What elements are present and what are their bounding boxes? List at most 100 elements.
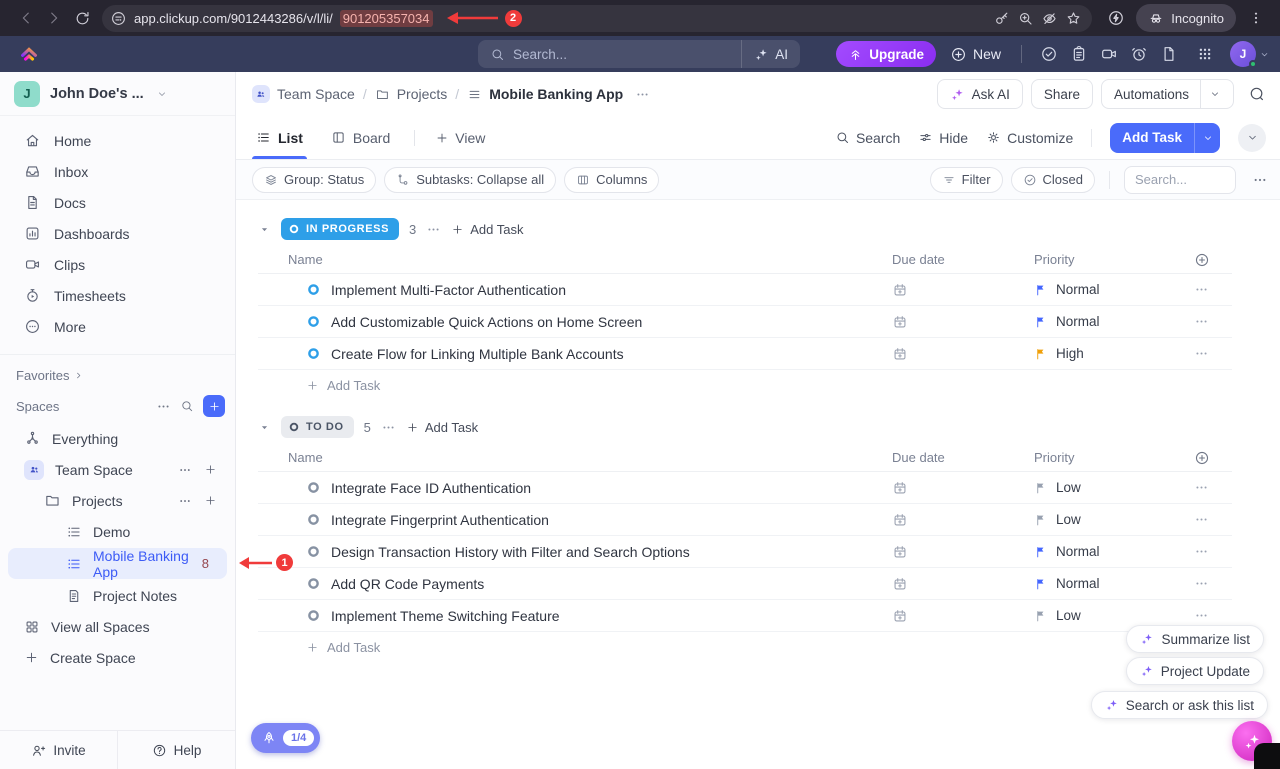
tab-board[interactable]: Board bbox=[327, 116, 394, 159]
breadcrumb-item-team-space[interactable]: Team Space bbox=[252, 85, 355, 103]
add-space-button[interactable] bbox=[203, 395, 225, 417]
global-search[interactable]: Search... AI bbox=[478, 40, 800, 68]
apps-grid-button[interactable] bbox=[1190, 39, 1220, 69]
sidebar-item-timesheets[interactable]: Timesheets bbox=[0, 280, 235, 311]
activity-icon[interactable] bbox=[1248, 85, 1266, 103]
onboarding-progress-pill[interactable]: 1/4 bbox=[251, 723, 320, 753]
status-donut-icon[interactable] bbox=[306, 480, 321, 495]
task-more-icon[interactable] bbox=[1192, 314, 1232, 329]
share-button[interactable]: Share bbox=[1031, 79, 1093, 109]
task-more-icon[interactable] bbox=[1192, 544, 1232, 559]
ai-button[interactable]: AI bbox=[741, 40, 800, 68]
add-task-footer-button[interactable]: Add Task bbox=[258, 370, 1232, 400]
browser-reload-button[interactable] bbox=[68, 4, 96, 32]
task-row[interactable]: Create Flow for Linking Multiple Bank Ac… bbox=[258, 338, 1232, 370]
sidebar-item-more[interactable]: More bbox=[0, 311, 235, 342]
site-info-icon[interactable] bbox=[110, 10, 127, 27]
browser-forward-button[interactable] bbox=[40, 4, 68, 32]
more-icon[interactable] bbox=[178, 463, 192, 477]
workspace-switcher[interactable]: J John Doe's ... bbox=[0, 72, 235, 116]
sidebar-item-docs[interactable]: Docs bbox=[0, 187, 235, 218]
video-button[interactable] bbox=[1094, 39, 1124, 69]
priority-cell[interactable]: Normal bbox=[1034, 576, 1192, 591]
filter-pill-group-status[interactable]: Group: Status bbox=[252, 167, 376, 193]
automations-dropdown[interactable] bbox=[1200, 80, 1221, 108]
task-more-icon[interactable] bbox=[1192, 576, 1232, 591]
ask-ai-button[interactable]: Ask AI bbox=[937, 79, 1023, 109]
group-more-icon[interactable] bbox=[381, 420, 396, 435]
address-bar[interactable]: app.clickup.com/9012443286/v/l/li/ 90120… bbox=[102, 5, 1092, 32]
status-donut-icon[interactable] bbox=[306, 282, 321, 297]
filter-pill-filter[interactable]: Filter bbox=[930, 167, 1003, 193]
priority-cell[interactable]: High bbox=[1034, 346, 1192, 361]
plus-icon[interactable] bbox=[204, 463, 217, 476]
task-row[interactable]: Add Customizable Quick Actions on Home S… bbox=[258, 306, 1232, 338]
filter-more-icon[interactable] bbox=[1252, 172, 1268, 188]
task-row[interactable]: Implement Multi-Factor AuthenticationNor… bbox=[258, 274, 1232, 306]
status-pill[interactable]: TO DO bbox=[281, 416, 354, 438]
due-date-cell[interactable] bbox=[892, 314, 1034, 330]
sidebar-item-dashboards[interactable]: Dashboards bbox=[0, 218, 235, 249]
priority-cell[interactable]: Normal bbox=[1034, 314, 1192, 329]
add-task-dropdown[interactable] bbox=[1194, 123, 1220, 153]
upgrade-button[interactable]: Upgrade bbox=[836, 41, 936, 67]
priority-cell[interactable]: Normal bbox=[1034, 544, 1192, 559]
spaces-search-icon[interactable] bbox=[180, 399, 194, 413]
priority-cell[interactable]: Low bbox=[1034, 512, 1192, 527]
collapse-caret-icon[interactable] bbox=[258, 223, 271, 236]
favorites-section[interactable]: Favorites bbox=[0, 355, 235, 383]
check-circle-button[interactable] bbox=[1034, 39, 1064, 69]
avatar[interactable]: J bbox=[1230, 41, 1256, 67]
due-date-cell[interactable] bbox=[892, 576, 1034, 592]
task-row[interactable]: Integrate Face ID AuthenticationLow bbox=[258, 472, 1232, 504]
task-more-icon[interactable] bbox=[1192, 346, 1232, 361]
browser-menu-button[interactable] bbox=[1242, 4, 1270, 32]
sidebar-item-home[interactable]: Home bbox=[0, 125, 235, 156]
extension-icon[interactable] bbox=[1102, 4, 1130, 32]
collapse-caret-icon[interactable] bbox=[258, 421, 271, 434]
breadcrumb-more-icon[interactable] bbox=[635, 87, 650, 102]
status-pill[interactable]: IN PROGRESS bbox=[281, 218, 399, 240]
collapse-toolbar-button[interactable] bbox=[1238, 124, 1266, 152]
status-donut-icon[interactable] bbox=[306, 576, 321, 591]
due-date-cell[interactable] bbox=[892, 346, 1034, 362]
invite-button[interactable]: Invite bbox=[0, 731, 117, 769]
due-date-cell[interactable] bbox=[892, 282, 1034, 298]
browser-back-button[interactable] bbox=[12, 4, 40, 32]
plus-icon[interactable] bbox=[204, 494, 217, 507]
bookmark-star-icon[interactable] bbox=[1065, 10, 1082, 27]
priority-cell[interactable]: Low bbox=[1034, 480, 1192, 495]
task-more-icon[interactable] bbox=[1192, 608, 1232, 623]
task-row[interactable]: Integrate Fingerprint AuthenticationLow bbox=[258, 504, 1232, 536]
add-view-button[interactable]: View bbox=[435, 130, 485, 146]
priority-cell[interactable]: Normal bbox=[1034, 282, 1192, 297]
group-more-icon[interactable] bbox=[426, 222, 441, 237]
floating-button-project-update[interactable]: Project Update bbox=[1126, 657, 1264, 685]
priority-cell[interactable]: Low bbox=[1034, 608, 1192, 623]
filter-pill-columns[interactable]: Columns bbox=[564, 167, 659, 193]
due-date-cell[interactable] bbox=[892, 512, 1034, 528]
sidebar-item-mobile-banking-app[interactable]: Mobile Banking App8 bbox=[8, 548, 227, 579]
add-column-button[interactable] bbox=[1192, 252, 1232, 268]
alarm-button[interactable] bbox=[1124, 39, 1154, 69]
floating-button-search-or-ask-this-list[interactable]: Search or ask this list bbox=[1091, 691, 1268, 719]
sidebar-item-team-space[interactable]: Team Space bbox=[0, 454, 235, 485]
task-row[interactable]: Add QR Code PaymentsNormal bbox=[258, 568, 1232, 600]
due-date-cell[interactable] bbox=[892, 544, 1034, 560]
filter-pill-subtasks-collapse-all[interactable]: Subtasks: Collapse all bbox=[384, 167, 556, 193]
new-button[interactable]: New bbox=[942, 46, 1009, 63]
zoom-icon[interactable] bbox=[1017, 10, 1034, 27]
status-donut-icon[interactable] bbox=[306, 608, 321, 623]
status-donut-icon[interactable] bbox=[306, 346, 321, 361]
status-donut-icon[interactable] bbox=[306, 314, 321, 329]
task-more-icon[interactable] bbox=[1192, 480, 1232, 495]
toolbar-hide-button[interactable]: Hide bbox=[918, 130, 968, 146]
account-menu[interactable]: J bbox=[1230, 41, 1270, 67]
breadcrumb-item-mobile-banking-app[interactable]: Mobile Banking App bbox=[467, 86, 623, 102]
group-add-task-button[interactable]: Add Task bbox=[406, 420, 478, 435]
task-row[interactable]: Design Transaction History with Filter a… bbox=[258, 536, 1232, 568]
status-donut-icon[interactable] bbox=[306, 512, 321, 527]
breadcrumb-item-projects[interactable]: Projects bbox=[375, 86, 448, 102]
task-row[interactable]: Implement Theme Switching FeatureLow bbox=[258, 600, 1232, 632]
filter-pill-closed[interactable]: Closed bbox=[1011, 167, 1095, 193]
